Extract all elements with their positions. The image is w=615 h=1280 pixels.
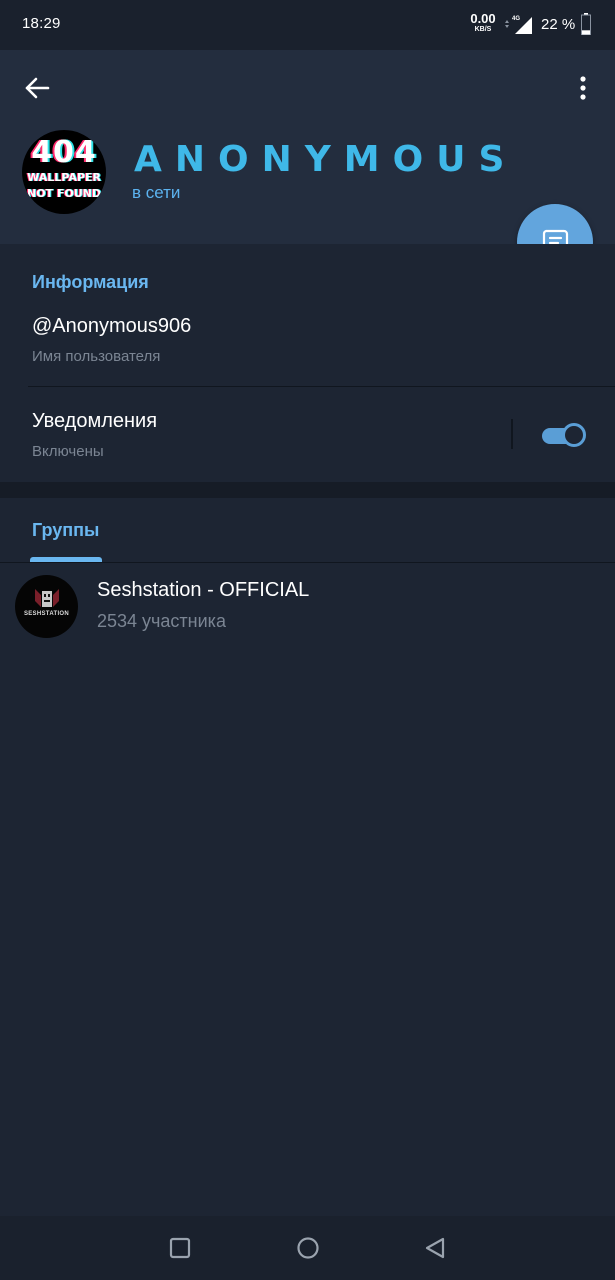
avatar-text-line1: WALLPAPER (27, 171, 101, 184)
group-list-item[interactable]: SESHSTATION Seshstation - OFFICIAL 2534 … (0, 564, 615, 650)
username-value[interactable]: @Anonymous906 (32, 315, 191, 338)
tab-groups[interactable]: Группы (32, 520, 99, 541)
group-name: Seshstation - OFFICIAL (97, 579, 310, 601)
notifications-title[interactable]: Уведомления (32, 410, 157, 433)
toggle-knob (562, 423, 586, 447)
profile-name: ANONYMOUS (134, 139, 518, 180)
avatar-text-main: 404 (31, 135, 97, 170)
online-status: в сети (132, 183, 181, 202)
signal-icon: 4G (505, 16, 532, 34)
arrow-left-icon (25, 77, 50, 99)
more-options-button[interactable] (566, 72, 600, 104)
tab-divider (0, 562, 615, 563)
triangle-back-icon (425, 1237, 445, 1259)
section-gap (0, 482, 615, 498)
back-button[interactable] (18, 72, 58, 104)
battery-percent: 22 % (541, 16, 576, 33)
status-bar: 18:29 0.00 KB/S 4G 22 % (0, 0, 615, 50)
circle-icon (297, 1237, 319, 1259)
group-avatar-text: SESHSTATION (23, 611, 70, 617)
status-time: 18:29 (22, 15, 61, 32)
recent-apps-button[interactable] (166, 1234, 194, 1262)
groups-section: Группы SESHSTATION Seshstation - OFFICIA… (0, 498, 615, 1216)
notifications-toggle[interactable] (540, 423, 586, 447)
info-section-title: Информация (32, 272, 149, 292)
username-label: Имя пользователя (32, 348, 161, 365)
system-navigation-bar (0, 1216, 615, 1280)
profile-header: 404 WALLPAPER NOT FOUND ANONYMOUS в сети (0, 50, 615, 244)
group-members-count: 2534 участника (97, 611, 226, 631)
battery-icon (581, 13, 591, 35)
network-type-label: 4G (512, 16, 520, 22)
network-speed: 0.00 KB/S (468, 12, 498, 33)
network-speed-value: 0.00 (470, 11, 496, 26)
network-speed-unit: KB/S (474, 26, 492, 33)
group-avatar: SESHSTATION (15, 575, 78, 638)
profile-avatar[interactable]: 404 WALLPAPER NOT FOUND (22, 130, 106, 214)
divider (28, 386, 615, 387)
info-section: Информация @Anonymous906 Имя пользовател… (0, 244, 615, 482)
nav-back-button[interactable] (421, 1234, 449, 1262)
vertical-separator (511, 419, 513, 449)
more-vertical-icon (580, 76, 586, 100)
avatar-text-line2: NOT FOUND (26, 187, 102, 200)
group-emblem-icon (35, 589, 59, 607)
square-icon (169, 1237, 191, 1259)
notifications-status: Включены (32, 443, 104, 460)
home-button[interactable] (294, 1234, 322, 1262)
